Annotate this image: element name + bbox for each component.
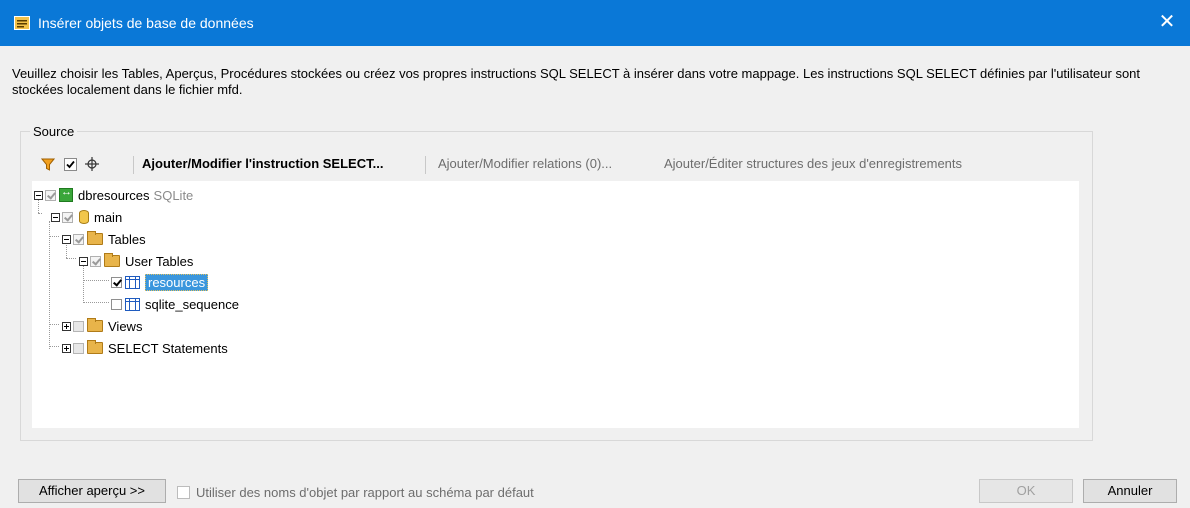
tree-node-label: User Tables (125, 253, 194, 269)
add-edit-select-statement-button[interactable]: Ajouter/Modifier l'instruction SELECT... (142, 156, 383, 171)
collapse-toggle[interactable] (62, 234, 71, 244)
dialog-title: Insérer objets de base de données (38, 15, 254, 31)
tree-node-label: SELECT Statements (108, 340, 228, 356)
folder-icon (87, 231, 103, 245)
cancel-button[interactable]: Annuler (1083, 479, 1177, 503)
tree-checkbox[interactable] (73, 320, 84, 332)
schema-relative-names-option[interactable]: Utiliser des noms d'objet par rapport au… (177, 485, 534, 500)
tree-node-resources[interactable]: resources (111, 272, 209, 292)
filter-icon[interactable] (38, 153, 58, 175)
show-preview-button[interactable]: Afficher aperçu >> (18, 479, 166, 503)
source-group-label: Source (30, 124, 78, 139)
tree-checkbox[interactable] (111, 276, 122, 288)
database-type-label: SQLite (153, 187, 194, 203)
tree-node-sqlite-sequence[interactable]: sqlite_sequence (111, 294, 239, 314)
add-edit-relations-button[interactable]: Ajouter/Modifier relations (0)... (438, 156, 612, 171)
tree-node-label: resources (145, 273, 209, 291)
tree-checkbox[interactable] (111, 298, 122, 310)
folder-icon (87, 318, 103, 332)
collapse-toggle[interactable] (34, 190, 43, 200)
tree-node-select-statements[interactable]: SELECT Statements (62, 338, 228, 358)
folder-icon (87, 340, 103, 354)
database-icon (59, 186, 73, 202)
schema-icon (79, 210, 89, 224)
tree-node-main[interactable]: main (51, 207, 122, 227)
tree-node-user-tables[interactable]: User Tables (79, 251, 193, 271)
tree-node-label: dbresources (78, 187, 150, 203)
toolbar-separator (425, 156, 426, 174)
toolbar-separator (133, 156, 134, 174)
title-bar: Insérer objets de base de données ✕ (0, 0, 1190, 46)
schema-relative-names-label: Utiliser des noms d'objet par rapport au… (196, 485, 534, 500)
close-icon[interactable]: ✕ (1144, 0, 1190, 46)
tree-node-tables[interactable]: Tables (62, 229, 146, 249)
add-edit-recordset-structures-button[interactable]: Ajouter/Éditer structures des jeux d'enr… (664, 156, 962, 171)
tree-node-label: main (94, 209, 123, 225)
tree-node-dbresources[interactable]: dbresources SQLite (34, 185, 193, 205)
ok-button[interactable]: OK (979, 479, 1073, 503)
description-text: Veuillez choisir les Tables, Aperçus, Pr… (12, 66, 1141, 97)
tree-checkbox[interactable] (90, 255, 101, 267)
locate-icon[interactable] (82, 153, 102, 175)
expand-toggle[interactable] (62, 343, 71, 353)
table-icon (125, 297, 140, 311)
tree-node-label: sqlite_sequence (145, 296, 239, 312)
database-object-tree[interactable]: dbresources SQLite main Tables User Tabl… (32, 181, 1079, 428)
tree-node-label: Views (108, 318, 143, 334)
tree-checkbox[interactable] (45, 189, 56, 201)
folder-icon (104, 253, 120, 267)
tree-node-views[interactable]: Views (62, 316, 142, 336)
expand-toggle[interactable] (62, 321, 71, 331)
tree-checkbox[interactable] (73, 342, 84, 354)
tree-checkbox[interactable] (73, 233, 84, 245)
collapse-toggle[interactable] (51, 212, 60, 222)
table-icon (125, 275, 140, 289)
dialog-app-icon (14, 16, 30, 30)
check-icon[interactable] (60, 153, 80, 175)
source-toolbar: Ajouter/Modifier l'instruction SELECT...… (38, 153, 1088, 175)
schema-relative-names-checkbox[interactable] (177, 486, 190, 499)
tree-checkbox[interactable] (62, 211, 73, 223)
tree-node-label: Tables (108, 231, 146, 247)
collapse-toggle[interactable] (79, 256, 88, 266)
